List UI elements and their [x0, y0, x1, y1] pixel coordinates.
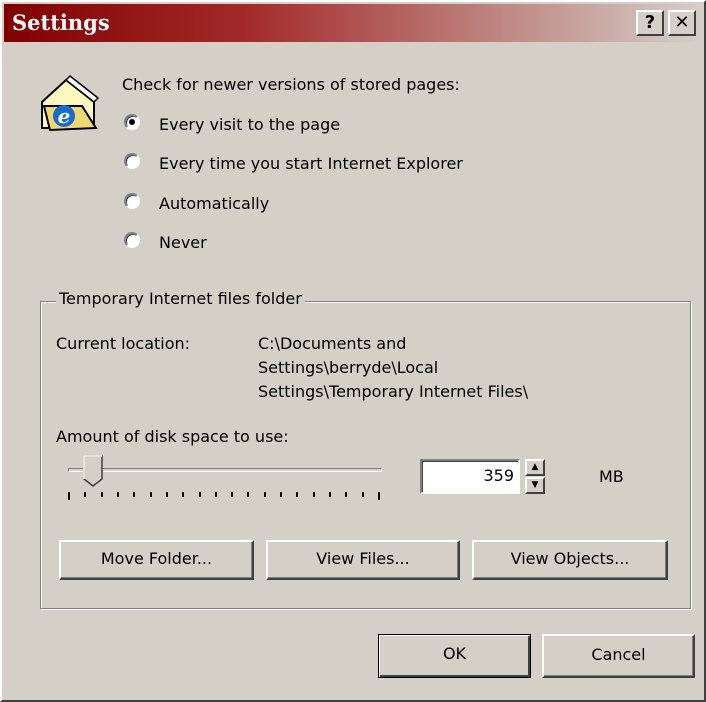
slider-ticks — [68, 492, 380, 500]
location-line-1: C:\Documents and — [258, 334, 407, 353]
slider-tick — [149, 492, 152, 497]
location-line-2: Settings\berryde\Local — [258, 358, 439, 377]
slider-tick — [84, 492, 87, 497]
slider-tick — [214, 492, 217, 497]
location-line-3: Settings\Temporary Internet Files\ — [258, 382, 529, 401]
spin-down-button[interactable]: ▼ — [525, 477, 545, 494]
disk-space-input[interactable]: 359 — [420, 459, 520, 494]
radio-selected-dot — [129, 119, 135, 125]
slider-tick — [329, 492, 332, 497]
settings-dialog: Settings ? ✕ e Check for newer versions … — [0, 0, 706, 702]
move-folder-button[interactable]: Move Folder... — [59, 540, 254, 580]
slider-tick — [263, 492, 266, 497]
slider-tick — [116, 492, 119, 497]
slider-tick — [312, 492, 315, 497]
slider-tick — [198, 492, 201, 497]
radio-label-never[interactable]: Never — [159, 233, 207, 252]
close-button[interactable]: ✕ — [668, 10, 696, 36]
slider-tick — [68, 492, 70, 500]
slider-tick — [361, 492, 364, 497]
disk-space-slider-thumb[interactable] — [82, 455, 103, 491]
cancel-button[interactable]: Cancel — [542, 634, 695, 678]
slider-tick — [231, 492, 234, 497]
slider-tick — [133, 492, 136, 497]
ok-button[interactable]: OK — [378, 634, 531, 678]
slider-tick — [165, 492, 168, 497]
slider-tick — [378, 492, 380, 500]
slider-tick — [100, 492, 103, 497]
radio-every-visit[interactable] — [124, 114, 140, 130]
unit-label: MB — [599, 467, 624, 486]
ie-logo-glyph: e — [58, 104, 71, 128]
radio-label-automatically[interactable]: Automatically — [159, 194, 269, 213]
radio-never[interactable] — [124, 232, 140, 248]
radio-every-start[interactable] — [124, 153, 140, 169]
current-location-label: Current location: — [56, 334, 191, 353]
window-title: Settings — [12, 10, 110, 35]
disk-space-slider-track[interactable] — [68, 468, 382, 472]
slider-tick — [296, 492, 299, 497]
view-objects-button[interactable]: View Objects... — [472, 540, 668, 580]
radio-label-every-start[interactable]: Every time you start Internet Explorer — [159, 154, 463, 173]
help-button[interactable]: ? — [636, 10, 664, 36]
internet-explorer-folder-icon: e — [36, 72, 106, 134]
group-legend: Temporary Internet files folder — [56, 289, 305, 308]
slider-tick — [345, 492, 348, 497]
disk-space-label: Amount of disk space to use: — [56, 427, 289, 446]
slider-tick — [280, 492, 283, 497]
radio-label-every-visit[interactable]: Every visit to the page — [159, 115, 340, 134]
title-bar[interactable]: Settings ? ✕ — [4, 4, 702, 42]
slider-tick — [182, 492, 185, 497]
slider-tick — [247, 492, 250, 497]
view-files-button[interactable]: View Files... — [266, 540, 460, 580]
check-newer-label: Check for newer versions of stored pages… — [122, 75, 460, 94]
radio-automatically[interactable] — [124, 193, 140, 209]
spin-up-button[interactable]: ▲ — [525, 459, 545, 476]
